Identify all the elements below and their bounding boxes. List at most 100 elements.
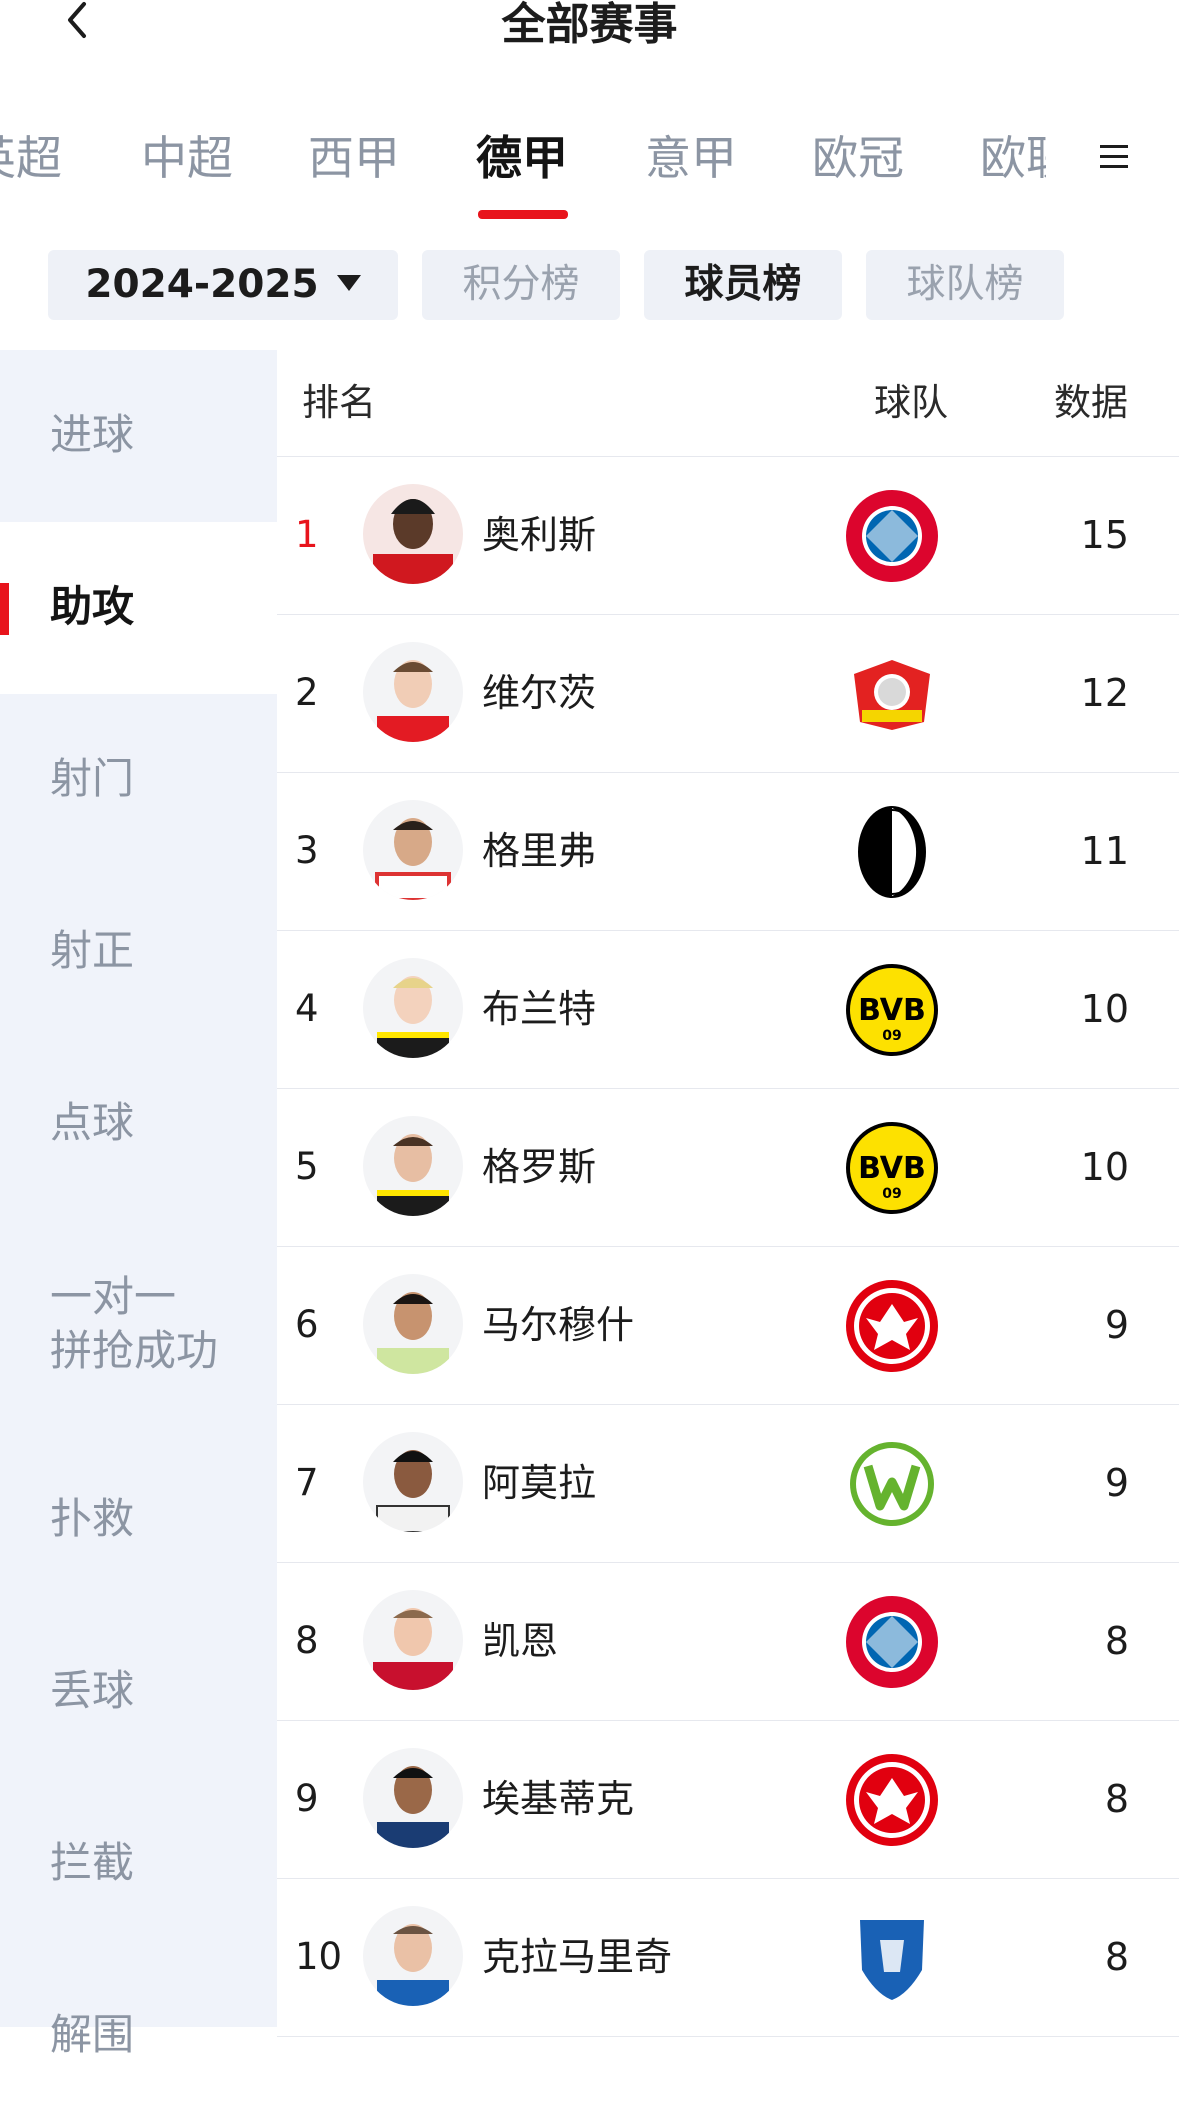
hamburger-menu-icon [1100,145,1128,168]
table-row[interactable]: 8 凯恩 8 [277,1562,1179,1721]
svg-text:09: 09 [882,1028,901,1044]
rank-number: 2 [295,671,319,714]
player-name: 凯恩 [482,1619,559,1663]
sidebar-item-label: 丢球 [50,1666,135,1715]
player-name: 阿莫拉 [482,1461,597,1505]
tab-champions-league[interactable]: 欧冠 [812,130,904,186]
table-row[interactable]: 10 克拉马里奇 8 [277,1878,1179,2037]
player-avatar [363,1590,463,1690]
freiburg-crest-icon [858,806,926,898]
season-value: 2024-2025 [85,262,319,307]
frankfurt-crest-icon [846,1754,938,1846]
rank-number: 8 [295,1619,319,1662]
player-avatar [363,1432,463,1532]
season-select[interactable]: 2024-2025 [48,250,398,320]
caret-down-icon [336,274,361,291]
player-avatar [363,800,463,900]
tab-bundesliga[interactable]: 德甲 [476,130,568,186]
sidebar-item-interceptions[interactable]: 拦截 [0,1776,277,1948]
leverkusen-crest-icon [854,660,930,730]
sidebar-item-label: 扑救 [50,1494,135,1543]
sidebar-item-label: 解围 [50,2010,135,2059]
rank-number: 6 [295,1303,319,1346]
menu-button[interactable] [1094,139,1134,175]
player-avatar [363,1748,463,1848]
stat-value: 9 [1104,1461,1129,1505]
stat-value: 10 [1080,987,1129,1031]
player-name: 克拉马里奇 [482,1935,673,1979]
page-title: 全部赛事 [501,0,678,50]
player-name: 马尔穆什 [482,1303,635,1347]
bayern-crest-icon [846,1596,938,1688]
dortmund-crest-icon: BVB 09 [846,964,938,1056]
player-name: 维尔茨 [482,671,597,715]
stat-value: 11 [1080,829,1129,873]
sidebar-item-label: 点球 [50,1098,135,1147]
player-avatar [363,1116,463,1216]
sidebar-item-duels-won[interactable]: 一对一 拼抢成功 [0,1210,277,1432]
table-row[interactable]: 7 阿莫拉 9 [277,1404,1179,1563]
player-avatar [363,1906,463,2006]
player-name: 布兰特 [482,987,597,1031]
table-row[interactable]: 6 马尔穆什 9 [277,1246,1179,1405]
active-tab-indicator [478,210,568,219]
rank-number: 10 [295,1935,343,1978]
table-row[interactable]: 3 格里弗 11 [277,772,1179,931]
rank-number: 4 [295,987,319,1030]
tab-europa-league[interactable]: 欧联 [980,130,1046,186]
header-data: 数据 [1054,381,1128,424]
rank-number: 1 [295,513,319,556]
svg-text:BVB: BVB [858,993,926,1028]
sidebar-item-goals-conceded[interactable]: 丢球 [0,1604,277,1776]
rank-number: 3 [295,829,319,872]
sidebar-item-label: 射正 [50,926,135,975]
bayern-crest-icon [846,490,938,582]
stat-value: 8 [1104,1619,1129,1663]
player-avatar [363,958,463,1058]
player-name: 格里弗 [482,829,597,873]
standings-button[interactable]: 积分榜 [422,250,620,320]
player-avatar [363,484,463,584]
table-row[interactable]: 1 奥利斯 15 [277,456,1179,615]
sidebar-item-penalties[interactable]: 点球 [0,1038,277,1210]
tab-europa-league-clip: 欧联 [980,130,1046,190]
team-rankings-button[interactable]: 球队榜 [866,250,1064,320]
table-row[interactable]: 4 布兰特 BVB 09 10 [277,930,1179,1089]
svg-text:09: 09 [882,1186,901,1202]
tab-csl[interactable]: 中超 [141,130,233,186]
hoffenheim-crest-icon [860,1920,924,2000]
tab-la-liga[interactable]: 西甲 [308,130,400,186]
sidebar-item-label: 一对一 拼抢成功 [50,1272,219,1375]
sidebar-item-goals[interactable]: 进球 [0,350,277,522]
sidebar-item-clearances[interactable]: 解围 [0,1948,277,2120]
sidebar-item-label: 助攻 [50,582,135,631]
rank-number: 5 [295,1145,319,1188]
top-bar: 全部赛事 [0,0,1179,60]
rank-number: 9 [295,1777,319,1820]
sidebar-item-saves[interactable]: 扑救 [0,1432,277,1604]
sidebar-item-shots-on-target[interactable]: 射正 [0,866,277,1038]
sidebar-item-label: 进球 [50,410,135,459]
table-row[interactable]: 2 维尔茨 12 [277,614,1179,773]
stat-value: 9 [1104,1303,1129,1347]
active-category-indicator [0,583,9,635]
dortmund-crest-icon: BVB 09 [846,1122,938,1214]
wolfsburg-crest-icon [850,1442,934,1526]
player-name: 埃基蒂克 [482,1777,635,1821]
sidebar-item-label: 拦截 [50,1838,135,1887]
header-rank: 排名 [302,381,376,424]
player-avatar [363,1274,463,1374]
stat-value: 12 [1080,671,1129,715]
table-row[interactable]: 9 埃基蒂克 8 [277,1720,1179,1879]
table-row[interactable]: 5 格罗斯 BVB 09 10 [277,1088,1179,1247]
player-name: 格罗斯 [482,1145,597,1189]
stat-value: 8 [1104,1777,1129,1821]
table-header: 排名 球队 数据 [277,350,1179,457]
sidebar-item-assists[interactable]: 助攻 [0,522,277,694]
tab-premier-league[interactable]: 英超 [0,130,62,186]
tab-serie-a[interactable]: 意甲 [645,130,737,186]
player-rankings-button[interactable]: 球员榜 [644,250,842,320]
header-team: 球队 [874,381,948,424]
stat-value: 8 [1104,1935,1129,1979]
sidebar-item-shots[interactable]: 射门 [0,694,277,866]
